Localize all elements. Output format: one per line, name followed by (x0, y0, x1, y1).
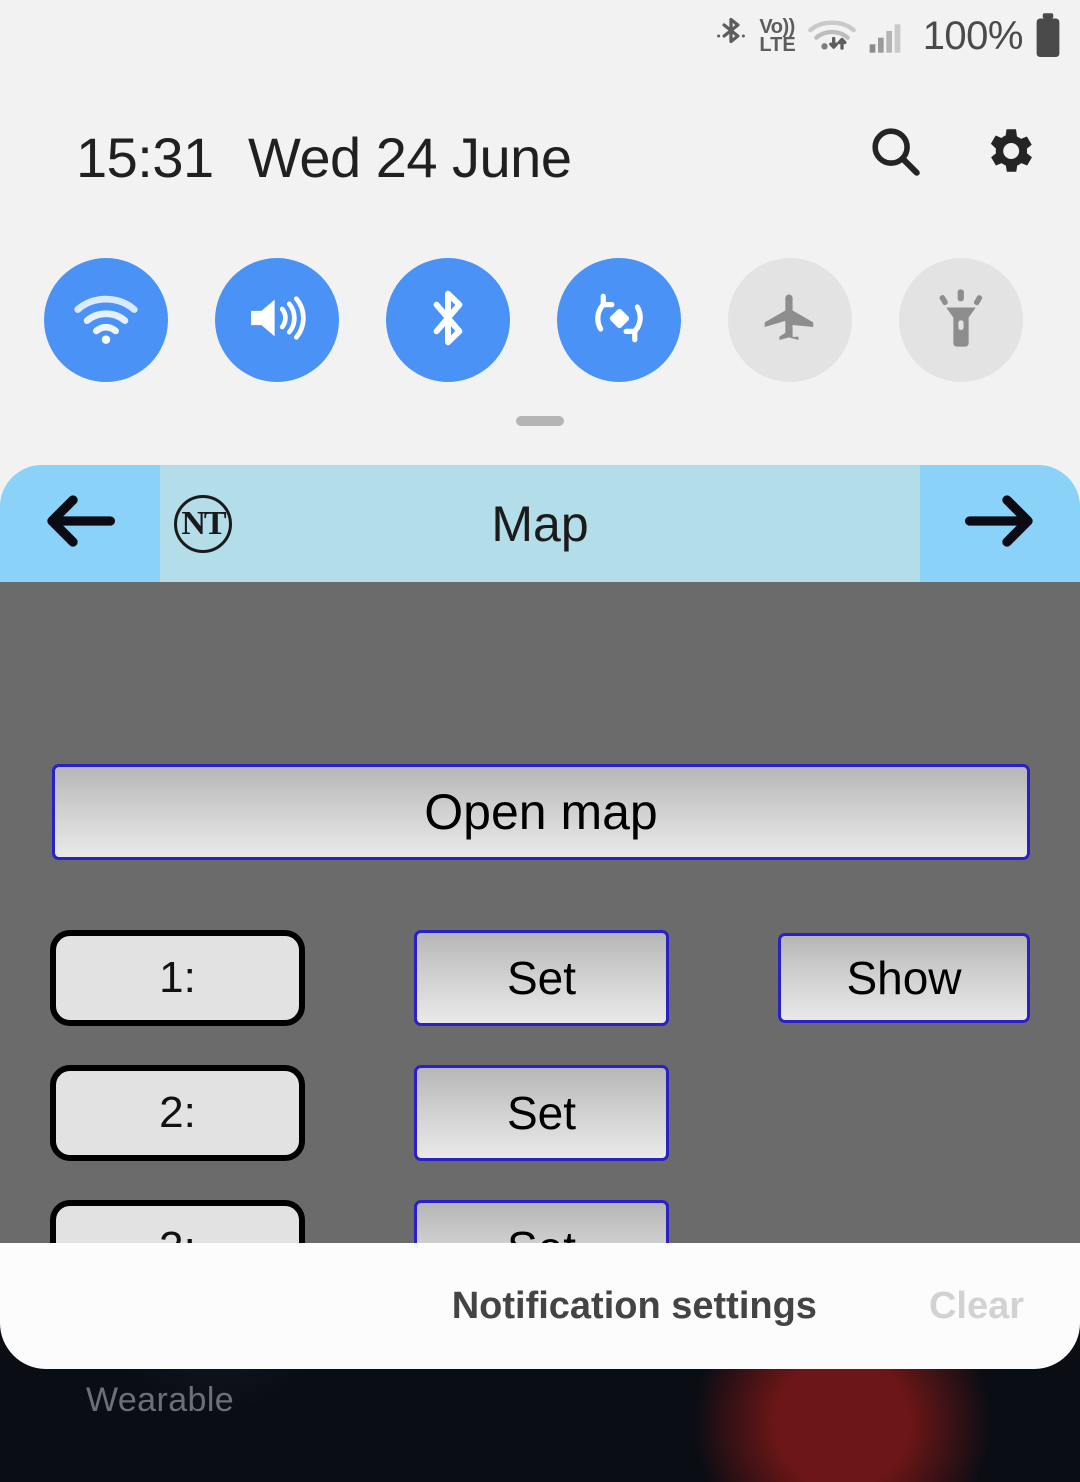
bluetooth-icon (423, 286, 473, 355)
toggle-airplane-mode[interactable] (728, 258, 852, 382)
notification-header: NT Map (0, 465, 1080, 582)
quick-settings-panel: Vo)) LTE 100% 15:31 Wed 24 June NT Map O… (0, 0, 1080, 1369)
battery-percentage: 100% (922, 13, 1024, 58)
volte-icon: Vo)) LTE (759, 15, 796, 56)
notification-footer: Notification settings Clear (0, 1243, 1080, 1369)
toggle-flashlight[interactable] (899, 258, 1023, 382)
quick-panel-header-icons (866, 122, 1038, 185)
set-button-2[interactable]: Set (414, 1065, 669, 1161)
wallpaper-widget-label: Wearable (86, 1381, 235, 1419)
status-bar: Vo)) LTE 100% (714, 8, 1062, 64)
airplane-icon (759, 287, 821, 354)
waypoint-row-2: 2: Set (0, 1065, 1080, 1161)
toggle-auto-rotate[interactable] (557, 258, 681, 382)
toggle-bluetooth[interactable] (386, 258, 510, 382)
waypoint-row-3: 3: Set (0, 1200, 1080, 1243)
next-button[interactable] (920, 465, 1080, 582)
app-icon: NT (174, 494, 232, 553)
gear-icon[interactable] (980, 122, 1038, 185)
signal-bars-icon (868, 16, 908, 56)
clock-time: 15:31 (76, 126, 214, 189)
waypoint-label-3[interactable]: 3: (50, 1200, 305, 1243)
show-button-1[interactable]: Show (778, 933, 1030, 1023)
arrow-left-icon (44, 493, 116, 554)
wifi-data-icon (807, 16, 857, 56)
wifi-icon (73, 290, 139, 351)
notification-title-area[interactable]: NT Map (160, 465, 920, 582)
notification-card: NT Map Open map 1: Set Show 2: Set (0, 465, 1080, 1243)
clock-date: Wed 24 June (248, 126, 572, 189)
prev-button[interactable] (0, 465, 160, 582)
quick-panel-header: 15:31 Wed 24 June (0, 108, 1080, 212)
waypoint-label-1[interactable]: 1: (50, 930, 305, 1026)
flashlight-icon (933, 287, 989, 354)
set-button-3[interactable]: Set (414, 1200, 669, 1243)
clear-button[interactable]: Clear (929, 1285, 1024, 1328)
speaker-icon (244, 289, 310, 352)
notification-settings-button[interactable]: Notification settings (452, 1285, 817, 1328)
toggle-wifi[interactable] (44, 258, 168, 382)
bluetooth-icon (714, 14, 748, 58)
auto-rotate-icon (588, 287, 650, 354)
screen-root: Wearable Vo)) LTE 100% 15:31 Wed 24 June… (0, 0, 1080, 1482)
arrow-right-icon (964, 493, 1036, 554)
waypoint-row-1: 1: Set Show (0, 930, 1080, 1026)
toggle-sound[interactable] (215, 258, 339, 382)
open-map-button[interactable]: Open map (52, 764, 1030, 860)
waypoint-label-2[interactable]: 2: (50, 1065, 305, 1161)
search-icon[interactable] (866, 122, 924, 185)
set-button-1[interactable]: Set (414, 930, 669, 1026)
notification-title: Map (491, 495, 589, 552)
battery-icon (1034, 13, 1062, 59)
notification-body: Open map 1: Set Show 2: Set 3: Set (0, 582, 1080, 1243)
panel-drag-handle[interactable] (516, 416, 564, 426)
quick-toggle-row (0, 245, 1080, 395)
